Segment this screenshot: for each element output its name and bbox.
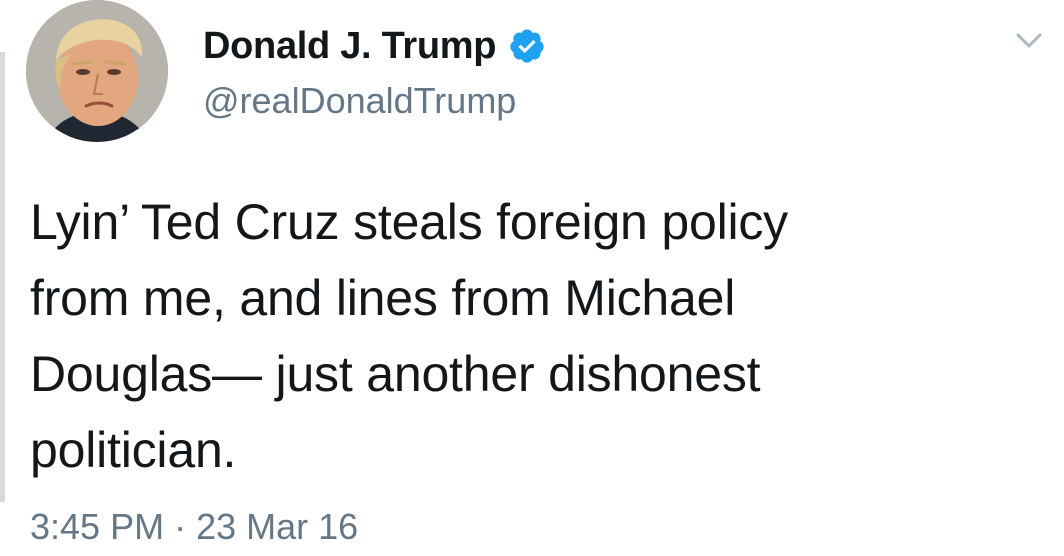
user-name-row: Donald J. Trump bbox=[203, 22, 546, 70]
tweet-text-line: politician. bbox=[30, 422, 237, 478]
chevron-down-icon[interactable] bbox=[1010, 22, 1048, 60]
tweet-date: 23 Mar 16 bbox=[196, 506, 359, 547]
timestamp-separator: · bbox=[174, 506, 187, 547]
tweet-text-line: Lyin’ Ted Cruz steals foreign policy bbox=[30, 194, 788, 250]
tweet-time: 3:45 PM bbox=[30, 506, 165, 547]
tweet-timestamp[interactable]: 3:45 PM · 23 Mar 16 bbox=[30, 504, 358, 550]
user-handle[interactable]: @realDonaldTrump bbox=[203, 78, 516, 124]
thread-rule bbox=[0, 52, 5, 502]
verified-badge-icon bbox=[508, 27, 546, 65]
profile-avatar-image bbox=[26, 0, 168, 142]
tweet-text-line: Douglas— just another dishonest bbox=[30, 346, 761, 402]
display-name[interactable]: Donald J. Trump bbox=[203, 22, 497, 70]
tweet-text: Lyin’ Ted Cruz steals foreign policy fro… bbox=[30, 184, 990, 488]
tweet-text-line: from me, and lines from Michael bbox=[30, 270, 736, 326]
avatar[interactable] bbox=[26, 0, 168, 142]
